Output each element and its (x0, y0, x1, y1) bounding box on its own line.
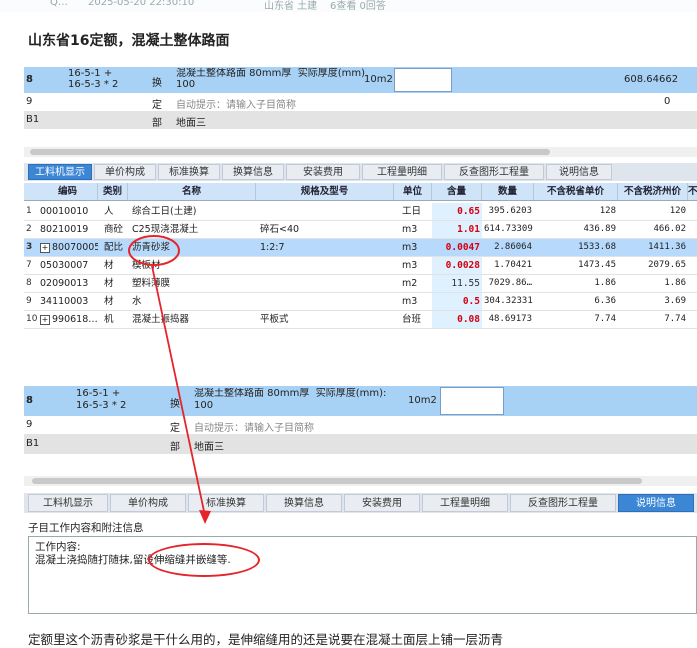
annotation-arrow (151, 265, 211, 524)
